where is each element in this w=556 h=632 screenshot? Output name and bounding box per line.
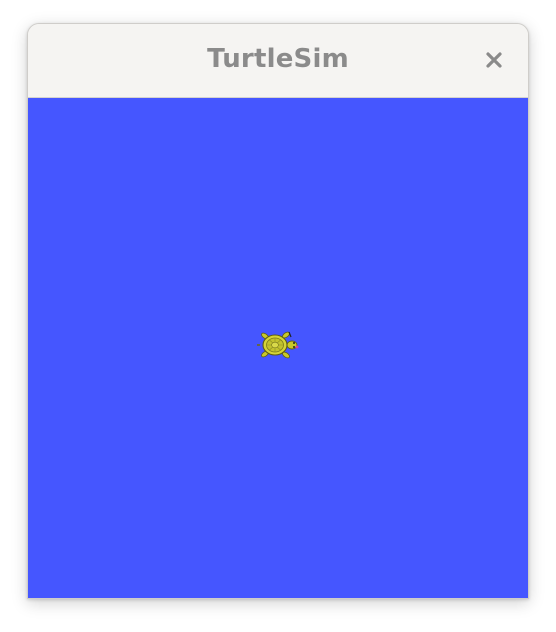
turtle-icon [257, 331, 299, 359]
title-bar[interactable]: TurtleSim [28, 24, 528, 98]
turtlesim-window: TurtleSim [27, 23, 529, 599]
close-icon [486, 52, 502, 68]
close-button[interactable] [480, 46, 508, 74]
window-title: TurtleSim [207, 44, 349, 74]
turtle-canvas [28, 98, 528, 598]
